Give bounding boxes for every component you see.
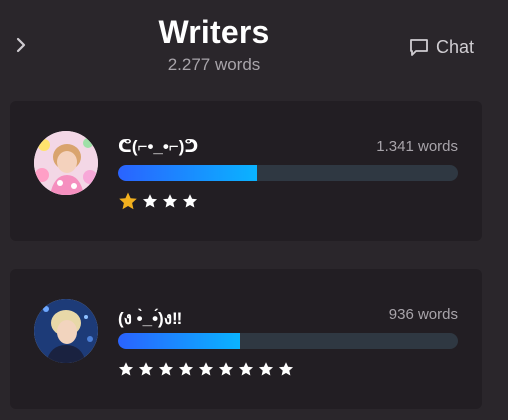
- star-icon: [278, 362, 294, 376]
- chat-bubble-icon: [410, 39, 428, 56]
- avatar: [34, 299, 98, 363]
- progress-fill: [118, 333, 241, 349]
- star-icon: [119, 192, 137, 210]
- star-icon: [238, 362, 254, 376]
- star-icon: [142, 194, 158, 208]
- avatar: [34, 131, 98, 195]
- writer-word-count: 936 words: [388, 306, 458, 323]
- star-rating: [118, 192, 198, 211]
- progress-fill: [118, 165, 258, 181]
- writer-word-count: 1.341 words: [376, 138, 458, 155]
- chat-button[interactable]: Chat: [408, 36, 474, 58]
- writer-name: ᕦ(⌐•_•⌐)ᕤ: [118, 137, 199, 156]
- star-icon: [138, 362, 154, 376]
- star-icon: [178, 362, 194, 376]
- chat-label: Chat: [435, 36, 474, 57]
- writer-card[interactable]: ᕦ(⌐•_•⌐)ᕤ 1.341 words: [10, 101, 482, 241]
- progress-bar: [118, 165, 458, 181]
- header: Writers 2.277 words Chat: [0, 0, 508, 90]
- star-icon: [258, 362, 274, 376]
- star-rating: [118, 361, 294, 377]
- star-icon: [218, 362, 234, 376]
- star-icon: [198, 362, 214, 376]
- star-icon: [162, 194, 178, 208]
- writer-card[interactable]: (ง •̀_•́)ง‼ 936 words: [10, 269, 482, 409]
- page-title: Writers: [158, 14, 270, 50]
- progress-bar: [118, 333, 458, 349]
- star-icon: [118, 362, 134, 376]
- star-icon: [158, 362, 174, 376]
- writer-name: (ง •̀_•́)ง‼: [118, 309, 183, 328]
- star-icon: [182, 194, 198, 208]
- total-words: 2.277 words: [167, 55, 261, 74]
